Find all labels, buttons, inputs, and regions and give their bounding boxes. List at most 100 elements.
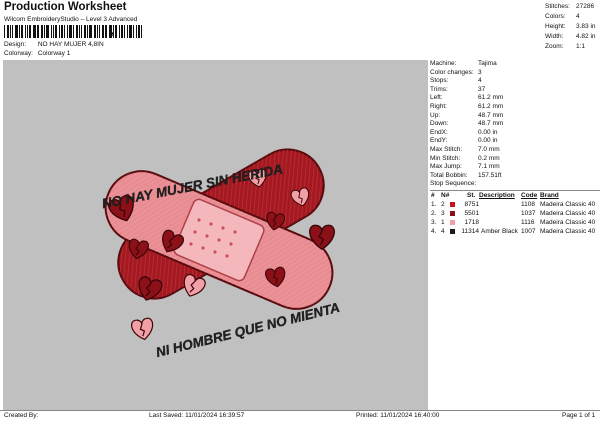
design-preview: NO HAY MUJER SIN HERIDA NI HOMBRE QUE NO… [3,60,428,411]
barcode-bar [86,25,88,38]
thread-color-swatch [450,201,455,207]
barcode-bar [14,25,18,38]
barcode-bar [80,25,82,38]
spec-up: Up: 48.7 mm [430,111,504,119]
barcode-bar [41,25,44,38]
stop-sequence-table: # N# St. Description Code Brand 1. 2 8751 1… [430,189,600,236]
spec-trims: Trims: 37 [430,85,486,93]
design-label: Design: [4,41,27,48]
stop-number: 4. [431,227,437,235]
barcode-bar [55,25,58,38]
summary-height: Height: 3.83 in [545,23,596,30]
barcode-bar [46,25,50,38]
colorway-value: Colorway 1 [37,50,71,57]
barcode-bar [104,25,106,38]
design-text-bottom: NI HOMBRE QUE NO MIENTA [154,300,341,360]
spec-endy: EndY: 0.00 in [430,137,498,145]
barcode-bar [124,25,126,38]
colorway-row: Colorway: Colorway 1 [4,50,70,57]
stitch-count: 11314 [461,227,479,235]
summary-zoom: Zoom: 1:1 [545,43,586,50]
barcode [4,25,144,38]
thread-code: 1037 [521,209,536,217]
spec-left: Left: 61.2 mm [430,94,504,102]
barcode-bar [136,25,138,38]
barcode-bar [140,25,142,38]
thread-color-swatch [450,219,455,225]
barcode-mark: , [111,25,115,37]
thread-code: 1007 [521,227,536,235]
barcode-bar [6,25,9,38]
stitch-count: 5501 [464,209,479,217]
barcode-bar [38,25,40,38]
text-bottom-group: NI HOMBRE QUE NO MIENTA [154,300,341,361]
stop-sequence-row: 1. 2 8751 1108 Madeira Classic 40 [430,200,600,209]
stop-sequence-title: Stop Sequence: [430,180,477,188]
barcode-bar [64,25,66,38]
thread-brand: Madeira Classic 40 [540,209,596,217]
spec-stops: Stops: 4 [430,77,482,85]
barcode-bar [59,25,61,38]
footer-created-by: Created By: [4,412,39,419]
thread-color-swatch [450,210,455,216]
barcode-bar [24,25,26,38]
summary-panel: Stitches: 27286 Colors: 4 Height: 3.83 in W… [545,2,596,52]
stop-sequence-row: 2. 3 5501 1037 Madeira Classic 40 [430,209,600,218]
barcode-bar [69,25,72,38]
thread-brand: Madeira Classic 40 [540,218,596,226]
thread-brand: Madeira Classic 40 [540,227,596,235]
colorway-label: Colorway: [4,50,33,57]
barcode-bar [78,25,80,38]
stitch-count: 1718 [464,218,479,226]
barcode-bar [11,25,13,38]
summary-width: Width: 4.82 in [545,33,596,40]
design-row: Design: NO HAY MUJER 4,8IN [4,41,104,48]
needle-number: 4 [441,227,445,235]
barcode-bar [98,25,100,38]
footer-last-saved: Last Saved: 11/01/2024 16:39:57 [149,412,245,419]
barcode-bar [75,25,78,38]
stitch-count: 8751 [464,200,479,208]
barcode-bar [9,25,11,38]
barcode-bar [138,25,140,38]
stop-number: 1. [431,200,437,208]
summary-stitches: Stitches: 27286 [545,3,595,10]
software-subtitle: Wilcom EmbroideryStudio – Level 3 Advanc… [4,16,138,23]
barcode-bar [26,25,28,38]
spec-min-stitch: Min Stitch: 0.2 mm [430,154,500,162]
footer-page: Page 1 of 1 [562,412,596,419]
footer-printed: Printed: 11/01/2024 16:40:00 [356,412,440,419]
spec-color-changes: Color changes: 3 [430,68,482,76]
barcode-bar [53,25,55,38]
thread-code: 1116 [521,218,535,226]
barcode-bar [96,25,98,38]
barcode-bar [44,25,46,38]
broken-heart-icon [131,317,154,341]
stop-number: 3. [431,218,437,226]
barcode-bar [67,25,69,38]
needle-number: 1 [441,218,445,226]
embroidery-design: NO HAY MUJER SIN HERIDA NI HOMBRE QUE NO… [100,148,341,361]
summary-colors: Colors: 4 [545,13,580,20]
stop-sequence-header: # N# St. Description Code Brand [431,191,559,199]
thread-color-swatch [450,228,455,234]
design-value: NO HAY MUJER 4,8IN [37,41,104,48]
barcode-bar [127,25,129,38]
barcode-bar [32,25,36,38]
stop-sequence-row: 3. 1 1718 1116 Madeira Classic 40 [430,218,600,227]
spec-max-jump: Max Jump: 7.1 mm [430,163,500,171]
barcode-bar [88,25,92,38]
specs-panel: Machine: Tajima Color changes: 3 Stops: 4 T… [430,60,600,411]
stop-number: 2. [431,209,437,217]
barcode-bar [93,25,96,38]
barcode-bar [36,25,38,38]
thread-code: 1108 [521,200,535,208]
stop-sequence-row: 4. 4 11314 Amber Black 1007 Madeira Classic 4… [430,227,600,236]
spec-right: Right: 61.2 mm [430,102,504,110]
barcode-bar [106,25,108,38]
barcode-bar [83,25,86,38]
worksheet-title: Production Worksheet [4,1,127,13]
barcode-bar [101,25,104,38]
spec-endx: EndX: 0.00 in [430,128,498,136]
barcode-bar [61,25,64,38]
